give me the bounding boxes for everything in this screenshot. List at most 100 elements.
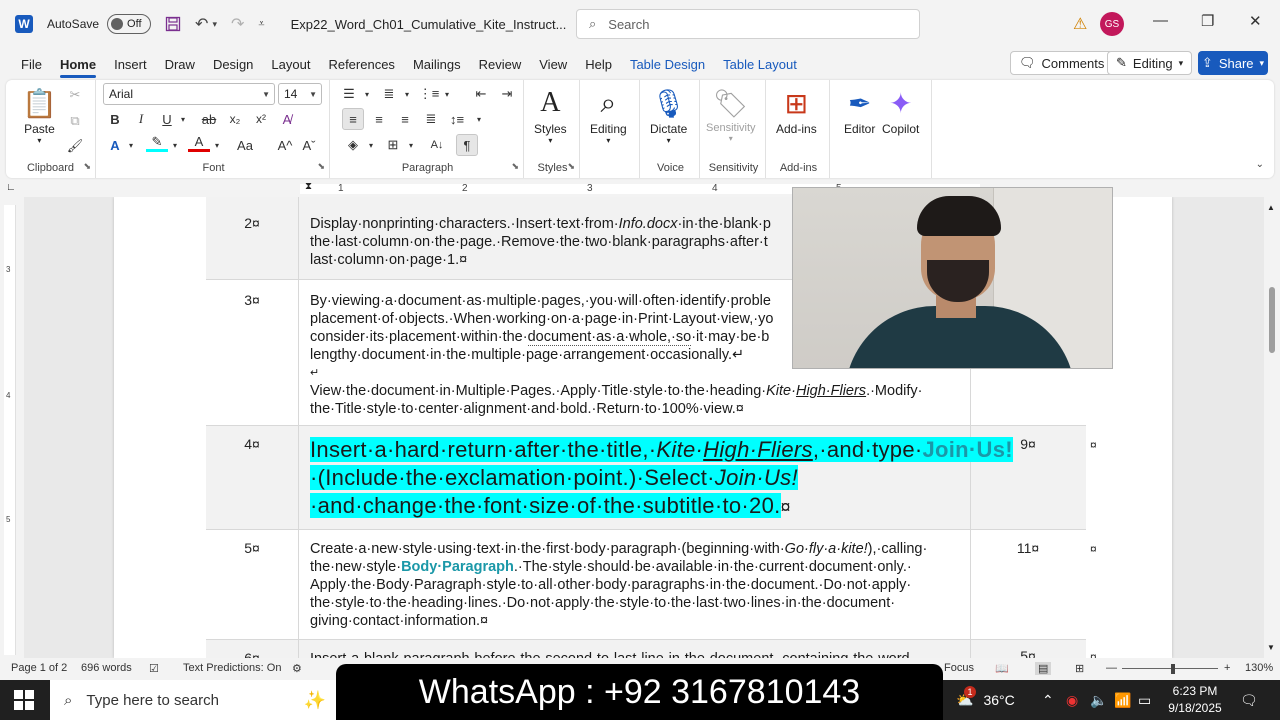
warning-icon[interactable]: ⚠ <box>1073 14 1087 34</box>
dialog-launcher-icon[interactable]: ⬊ <box>567 161 575 172</box>
italic-icon[interactable]: I <box>130 108 152 130</box>
scroll-up-icon[interactable]: ▲ <box>1267 203 1275 212</box>
tab-review[interactable]: Review <box>470 48 531 80</box>
word-count[interactable]: 696 words <box>81 662 132 674</box>
battery-icon[interactable]: ▭ <box>1138 680 1151 720</box>
dialog-launcher-icon[interactable]: ⬊ <box>511 161 519 172</box>
zoom-in-icon[interactable]: + <box>1224 662 1230 674</box>
weather-widget[interactable]: ⛅ 1 36°C <box>956 680 1015 720</box>
collapse-ribbon-icon[interactable]: ⌄ <box>1256 159 1264 170</box>
format-painter-icon[interactable]: 🖌 <box>64 135 86 157</box>
comments-button[interactable]: 🗨 Comments <box>1010 51 1114 75</box>
increase-indent-icon[interactable]: ⇥ <box>496 83 518 105</box>
align-left-icon[interactable]: ≡ <box>342 108 364 130</box>
editor-button[interactable]: ✒ Editor <box>844 84 875 137</box>
print-layout-icon[interactable]: ▤ <box>1035 662 1052 675</box>
dialog-launcher-icon[interactable]: ⬊ <box>317 161 325 172</box>
tab-table-layout[interactable]: Table Layout <box>714 48 806 80</box>
taskbar-clock[interactable]: 6:23 PM 9/18/2025 <box>1160 683 1230 717</box>
share-button[interactable]: ⇪ Share ▾ <box>1198 51 1268 75</box>
tab-home[interactable]: Home <box>51 48 105 80</box>
cut-icon[interactable]: ✂ <box>64 84 86 106</box>
editing-mode-button[interactable]: ✎ Editing ▾ <box>1107 51 1193 75</box>
justify-icon[interactable]: ≣ <box>420 108 442 130</box>
tab-view[interactable]: View <box>530 48 576 80</box>
save-icon[interactable] <box>165 16 181 32</box>
tab-file[interactable]: File <box>12 48 51 80</box>
recording-icon[interactable]: ◉ <box>1066 680 1078 720</box>
windows-start-icon[interactable] <box>14 690 34 710</box>
table-row[interactable]: 4¤ 9¤ ¤ Insert·a·hard·return·after·the·t… <box>206 425 1097 529</box>
font-family-select[interactable]: Arial ▼ <box>103 83 275 105</box>
paste-button[interactable]: 📋 Paste ▾ <box>22 84 57 146</box>
align-right-icon[interactable]: ≡ <box>394 108 416 130</box>
tab-draw[interactable]: Draw <box>156 48 204 80</box>
zoom-out-icon[interactable]: — <box>1106 662 1117 674</box>
clear-formatting-icon[interactable]: A̸ <box>276 108 298 130</box>
chevron-down-icon[interactable]: ▾ <box>206 134 228 156</box>
tab-layout[interactable]: Layout <box>262 48 319 80</box>
align-center-icon[interactable]: ≡ <box>368 108 390 130</box>
chevron-down-icon[interactable]: ▾ <box>468 108 490 130</box>
editing-button[interactable]: ⌕ Editing ▾ <box>590 84 627 146</box>
bold-icon[interactable]: B <box>104 108 126 130</box>
selected-text[interactable]: Insert·a·hard·return·after·the·title,·Ki… <box>310 437 1013 518</box>
shrink-font-icon[interactable]: Aˇ <box>298 134 320 156</box>
styles-button[interactable]: A Styles ▾ <box>534 84 567 145</box>
zoom-slider[interactable] <box>1122 668 1218 669</box>
sort-icon[interactable]: A↓ <box>426 134 448 156</box>
zoom-slider-thumb[interactable] <box>1171 664 1175 674</box>
chevron-down-icon[interactable]: ▾ <box>164 134 186 156</box>
web-layout-icon[interactable]: ⊞ <box>1075 662 1084 675</box>
tab-table-design[interactable]: Table Design <box>621 48 714 80</box>
copy-icon[interactable]: ⧉ <box>64 110 86 132</box>
tab-stop-icon[interactable]: ∟ <box>6 182 16 193</box>
selected-instruction-cell[interactable]: Insert·a·hard·return·after·the·title,·Ki… <box>310 436 1013 520</box>
chevron-down-icon[interactable]: ▾ <box>172 108 194 130</box>
network-icon[interactable]: 📶 <box>1114 680 1131 720</box>
minimize-icon[interactable]: — <box>1153 12 1168 29</box>
tab-references[interactable]: References <box>319 48 403 80</box>
customize-toolbar-icon[interactable]: ⩡ <box>258 18 264 31</box>
document-title[interactable]: Exp22_Word_Ch01_Cumulative_Kite_Instruct… <box>291 17 583 32</box>
restore-icon[interactable]: ❐ <box>1201 12 1214 30</box>
taskbar-search[interactable]: ⌕ Type here to search ✨ <box>50 680 336 720</box>
vertical-ruler[interactable]: 3 4 5 <box>4 205 16 655</box>
autosave-toggle[interactable]: Off <box>107 14 152 34</box>
close-icon[interactable]: ✕ <box>1249 12 1262 30</box>
focus-mode[interactable]: Focus <box>944 662 974 674</box>
chevron-down-icon[interactable]: ▾ <box>360 134 382 156</box>
grow-font-icon[interactable]: A^ <box>274 134 296 156</box>
undo-icon[interactable]: ↶ <box>195 14 208 34</box>
table-row[interactable]: 5¤ 11¤ ¤ Create·a·new·style·using·text·i… <box>206 529 1097 639</box>
chevron-down-icon[interactable]: ▾ <box>356 83 378 105</box>
tab-help[interactable]: Help <box>576 48 621 80</box>
instruction-text[interactable]: Insert·a·blank·paragraph·before·the·seco… <box>310 650 960 658</box>
scrollbar-thumb[interactable] <box>1269 287 1275 353</box>
chevron-down-icon[interactable]: ▾ <box>400 134 422 156</box>
read-mode-icon[interactable]: 📖 <box>995 662 1009 675</box>
copilot-button[interactable]: ✦ Copilot <box>882 84 919 137</box>
subscript-icon[interactable]: x₂ <box>224 108 246 130</box>
accessibility-icon[interactable]: ⚙ <box>292 662 302 675</box>
indent-marker-icon[interactable]: ⧗ <box>305 181 312 192</box>
chevron-down-icon[interactable]: ▾ <box>436 83 458 105</box>
volume-icon[interactable]: 🔈 <box>1090 680 1107 720</box>
line-spacing-icon[interactable]: ↕≡ <box>446 108 468 130</box>
font-size-select[interactable]: 14 ▼ <box>278 83 322 105</box>
text-predictions[interactable]: Text Predictions: On <box>183 662 281 674</box>
decrease-indent-icon[interactable]: ⇤ <box>470 83 492 105</box>
scroll-down-icon[interactable]: ▼ <box>1267 643 1275 652</box>
tab-mailings[interactable]: Mailings <box>404 48 470 80</box>
table-row[interactable]: 6¤ 5¤ ¤ Insert·a·blank·paragraph·before·… <box>206 639 1097 658</box>
proofing-icon[interactable]: ☑ <box>149 662 159 675</box>
undo-dropdown-icon[interactable]: ▾ <box>212 19 217 30</box>
superscript-icon[interactable]: x² <box>250 108 272 130</box>
tab-insert[interactable]: Insert <box>105 48 156 80</box>
instruction-cell[interactable]: Create·a·new·style·using·text·in·the·fir… <box>310 540 970 630</box>
chevron-down-icon[interactable]: ▾ <box>120 134 142 156</box>
addins-button[interactable]: ⊞ Add-ins <box>776 84 817 137</box>
show-formatting-marks-icon[interactable]: ¶ <box>456 134 478 156</box>
dictate-button[interactable]: 🎙 Dictate ▾ <box>650 84 687 146</box>
tab-design[interactable]: Design <box>204 48 262 80</box>
